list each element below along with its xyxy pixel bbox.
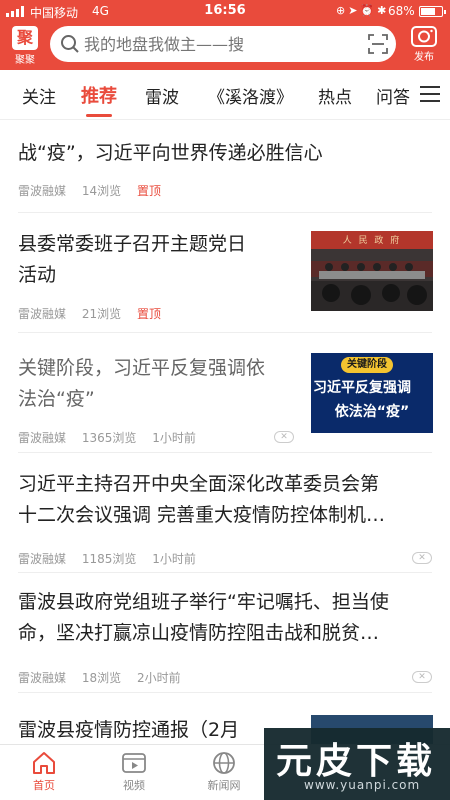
thumb-text-2: 依法治“疫” xyxy=(334,404,410,420)
nav-news[interactable]: 新闻网 xyxy=(194,751,254,793)
watermark: 元皮下载 www.yuanpi.com xyxy=(264,728,450,800)
category-tabs: 关注 推荐 雷波 《溪洛渡》 热点 问答 xyxy=(0,70,450,120)
article-views: 14浏览 xyxy=(81,184,122,198)
title-line: 命，坚决打赢凉山疫情防控阻击战和脱贫… xyxy=(18,622,380,644)
battery-percent: 68% xyxy=(388,4,415,18)
article-title[interactable]: 县委常委班子召开主题党日 活动 xyxy=(18,229,246,291)
home-icon xyxy=(33,752,55,774)
article-time: 1小时前 xyxy=(152,431,196,445)
list-item[interactable]: 习近平主持召开中央全面深化改革委员会第 十二次会议强调 完善重大疫情防控体制机…… xyxy=(18,453,432,573)
top-header: 中国移动 4G 16:56 ⊕➤⏰✱ 68% 聚 聚聚 我的地盘我做主——搜 发… xyxy=(0,0,450,70)
article-source: 雷波融媒 xyxy=(18,184,67,198)
post-button[interactable]: 发布 xyxy=(404,24,444,68)
thumb-badge: 关键阶段 xyxy=(341,357,393,373)
list-item[interactable]: 县委常委班子召开主题党日 活动 雷波融媒 21浏览 置顶 人 民 政 府 xyxy=(18,213,433,333)
dismiss-icon[interactable]: ✕ xyxy=(412,671,432,683)
news-feed: 战“疫”，习近平向世界传递必胜信心 雷波融媒 14浏览 置顶 县委常委班子召开主… xyxy=(0,120,450,744)
article-meta: 雷波融媒 21浏览 置顶 xyxy=(18,305,173,322)
article-title[interactable]: 战“疫”，习近平向世界传递必胜信心 xyxy=(18,138,323,169)
tab-hot[interactable]: 热点 xyxy=(318,83,352,108)
search-icon xyxy=(61,35,79,53)
globe-icon xyxy=(213,752,235,774)
list-item[interactable]: 关键阶段，习近平反复强调依 法治“疫” 雷波融媒 1365浏览 1小时前 ✕ 关… xyxy=(18,333,433,453)
logo-label: 聚聚 xyxy=(15,55,35,66)
nav-home[interactable]: 首页 xyxy=(14,751,74,793)
app-root: 中国移动 4G 16:56 ⊕➤⏰✱ 68% 聚 聚聚 我的地盘我做主——搜 发… xyxy=(0,0,450,800)
list-item[interactable]: 战“疫”，习近平向世界传递必胜信心 雷波融媒 14浏览 置顶 xyxy=(18,120,432,213)
article-meta: 雷波融媒 18浏览 2小时前 xyxy=(18,669,193,686)
pinned-badge: 置顶 xyxy=(136,184,161,198)
title-line: 雷波县政府党组班子举行“牢记嘱托、担当使 xyxy=(18,591,389,613)
article-source: 雷波融媒 xyxy=(18,671,67,685)
article-title[interactable]: 关键阶段，习近平反复强调依 法治“疫” xyxy=(18,353,265,415)
article-title[interactable]: 雷波县政府党组班子举行“牢记嘱托、担当使 命，坚决打赢凉山疫情防控阻击战和脱贫… xyxy=(18,587,389,649)
status-bar: 中国移动 4G 16:56 ⊕➤⏰✱ 68% xyxy=(0,0,450,22)
article-title[interactable]: 习近平主持召开中央全面深化改革委员会第 十二次会议强调 完善重大疫情防控体制机… xyxy=(18,469,385,531)
article-source: 雷波融媒 xyxy=(18,552,67,566)
title-line: 关键阶段，习近平反复强调依 xyxy=(18,357,266,379)
battery-icon xyxy=(419,6,446,17)
list-item[interactable]: 雷波县政府党组班子举行“牢记嘱托、担当使 命，坚决打赢凉山疫情防控阻击战和脱贫…… xyxy=(18,573,432,693)
article-views: 1185浏览 xyxy=(81,552,137,566)
search-bar[interactable] xyxy=(50,26,396,62)
article-views: 21浏览 xyxy=(81,307,122,321)
tab-leibo[interactable]: 雷波 xyxy=(145,83,179,108)
dismiss-icon[interactable]: ✕ xyxy=(274,431,294,443)
nav-home-label: 首页 xyxy=(33,779,55,792)
article-thumbnail[interactable]: 人 民 政 府 xyxy=(311,231,433,311)
camera-icon xyxy=(411,26,437,47)
active-tab-indicator xyxy=(86,114,112,117)
article-meta: 雷波融媒 1185浏览 1小时前 xyxy=(18,550,208,567)
watermark-brand: 元皮下载 xyxy=(276,741,437,782)
tab-xiluodu[interactable]: 《溪洛渡》 xyxy=(208,83,293,108)
title-line: 活动 xyxy=(18,264,57,286)
tab-follow[interactable]: 关注 xyxy=(22,83,56,108)
article-time: 2小时前 xyxy=(136,671,181,685)
article-source: 雷波融媒 xyxy=(18,307,67,321)
pinned-badge: 置顶 xyxy=(136,307,161,321)
dismiss-icon[interactable]: ✕ xyxy=(412,552,432,564)
watermark-url: www.yuanpi.com xyxy=(304,778,421,792)
title-line: 习近平主持召开中央全面深化改革委员会第 xyxy=(18,473,380,495)
article-meta: 雷波融媒 14浏览 置顶 xyxy=(18,182,173,199)
menu-icon[interactable] xyxy=(420,86,440,102)
article-title[interactable]: 雷波县疫情防控通报（2月 xyxy=(18,715,239,744)
nav-video-label: 视频 xyxy=(123,779,145,792)
logo-mark: 聚 xyxy=(12,26,38,50)
scan-icon[interactable] xyxy=(368,34,388,54)
video-icon xyxy=(122,753,146,773)
search-input[interactable] xyxy=(84,32,354,56)
tab-recommend[interactable]: 推荐 xyxy=(81,82,117,108)
title-line: 十二次会议强调 完善重大疫情防控体制机… xyxy=(18,504,386,526)
article-meta: 雷波融媒 1365浏览 1小时前 xyxy=(18,429,208,446)
app-logo[interactable]: 聚 聚聚 xyxy=(9,26,41,66)
tab-qa[interactable]: 问答 xyxy=(376,83,410,108)
article-views: 18浏览 xyxy=(81,671,122,685)
title-line: 法治“疫” xyxy=(18,388,95,410)
article-time: 1小时前 xyxy=(152,552,196,566)
post-label: 发布 xyxy=(414,52,434,63)
thumb-text-1: 习近平反复强调 xyxy=(313,380,411,396)
nav-video[interactable]: 视频 xyxy=(104,751,164,793)
article-thumbnail[interactable]: 关键阶段 习近平反复强调 依法治“疫” xyxy=(311,353,433,433)
article-source: 雷波融媒 xyxy=(18,431,67,445)
system-icons: ⊕➤⏰✱ xyxy=(336,4,390,17)
article-views: 1365浏览 xyxy=(81,431,137,445)
title-line: 县委常委班子召开主题党日 xyxy=(18,233,247,255)
title-line: 雷波县疫情防控通报（2月 xyxy=(18,719,240,741)
nav-news-label: 新闻网 xyxy=(207,779,241,792)
photo-banner-text: 人 民 政 府 xyxy=(342,236,402,246)
